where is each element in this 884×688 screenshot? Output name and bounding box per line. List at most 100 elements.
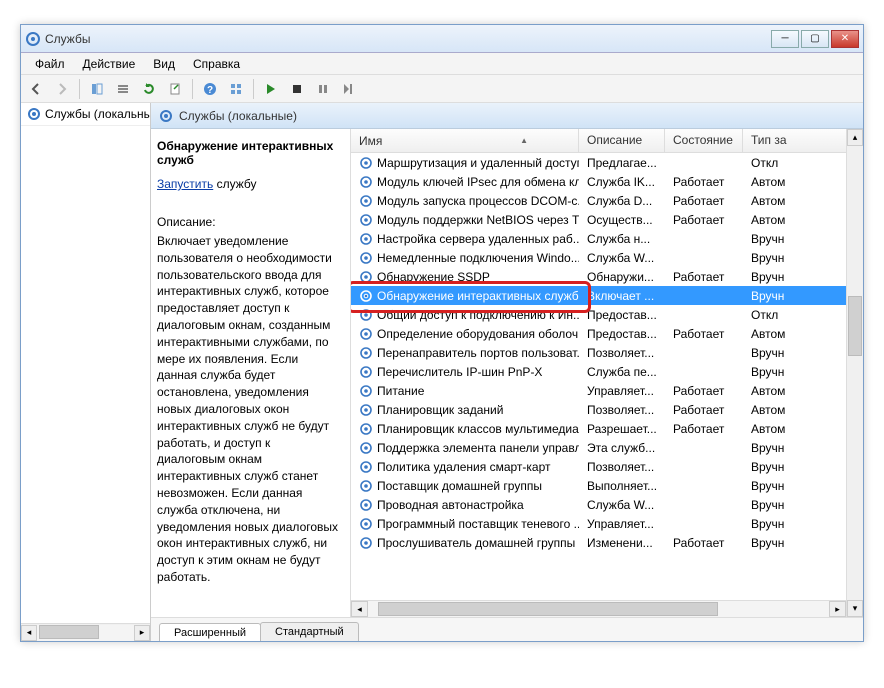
cell-type: Автом [743, 213, 863, 227]
scroll-left-button[interactable]: ◂ [21, 625, 37, 641]
scroll-track[interactable] [37, 625, 134, 641]
scroll-up-button[interactable]: ▴ [847, 129, 863, 146]
tab-extended[interactable]: Расширенный [159, 623, 261, 641]
cell-type: Вручн [743, 365, 863, 379]
start-service-link[interactable]: Запустить [157, 177, 213, 191]
cell-type: Вручн [743, 270, 863, 284]
service-row[interactable]: Программный поставщик теневого ...Управл… [351, 514, 863, 533]
gear-icon [359, 536, 373, 550]
tab-standard[interactable]: Стандартный [260, 622, 359, 641]
restart-service-button[interactable] [338, 78, 360, 100]
cell-name: Настройка сервера удаленных раб... [351, 232, 579, 246]
help-button[interactable]: ? [199, 78, 221, 100]
properties-button[interactable] [112, 78, 134, 100]
menubar: Файл Действие Вид Справка [21, 53, 863, 75]
cell-name: Поддержка элемента панели управл... [351, 441, 579, 455]
gear-icon [359, 422, 373, 436]
hscroll-thumb[interactable] [378, 602, 718, 616]
service-row[interactable]: Настройка сервера удаленных раб...Служба… [351, 229, 863, 248]
gear-icon [359, 232, 373, 246]
scroll-right-button[interactable]: ▸ [829, 601, 846, 617]
minimize-button[interactable]: ─ [771, 30, 799, 48]
gear-icon [359, 441, 373, 455]
service-name: Модуль запуска процессов DCOM-с... [377, 194, 579, 208]
service-name: Перечислитель IP-шин PnP-X [377, 365, 542, 379]
back-button[interactable] [25, 78, 47, 100]
service-row[interactable]: Модуль запуска процессов DCOM-с...Служба… [351, 191, 863, 210]
col-description[interactable]: Описание [579, 129, 665, 152]
scroll-left-button[interactable]: ◂ [351, 601, 368, 617]
service-row[interactable]: Немедленные подключения Windo...Служба W… [351, 248, 863, 267]
vscroll-thumb[interactable] [848, 296, 862, 356]
service-row[interactable]: Модуль поддержки NetBIOS через T...Осуще… [351, 210, 863, 229]
cell-desc: Управляет... [579, 517, 665, 531]
col-state[interactable]: Состояние [665, 129, 743, 152]
service-row[interactable]: Политика удаления смарт-картПозволяет...… [351, 457, 863, 476]
service-name: Модуль поддержки NetBIOS через T... [377, 213, 579, 227]
scroll-right-button[interactable]: ▸ [134, 625, 150, 641]
cell-type: Автом [743, 175, 863, 189]
maximize-button[interactable]: ▢ [801, 30, 829, 48]
vertical-scrollbar[interactable]: ▴ ▾ [846, 129, 863, 617]
titlebar[interactable]: Службы ─ ▢ ✕ [21, 25, 863, 53]
right-pane: Службы (локальные) Обнаружение интеракти… [151, 103, 863, 641]
service-row[interactable]: Общий доступ к подключению к Ин...Предос… [351, 305, 863, 324]
stop-service-button[interactable] [286, 78, 308, 100]
hscroll-track[interactable] [368, 601, 829, 617]
gear-icon [359, 270, 373, 284]
col-startup-type[interactable]: Тип за [743, 129, 863, 152]
start-service-button[interactable] [260, 78, 282, 100]
forward-button[interactable] [51, 78, 73, 100]
menu-file[interactable]: Файл [27, 55, 73, 73]
menu-action[interactable]: Действие [75, 55, 144, 73]
pause-service-button[interactable] [312, 78, 334, 100]
service-row[interactable]: Поставщик домашней группыВыполняет...Вру… [351, 476, 863, 495]
service-row[interactable]: ПитаниеУправляет...РаботаетАвтом [351, 381, 863, 400]
scroll-thumb[interactable] [39, 625, 99, 639]
pane-title: Службы (локальные) [179, 109, 297, 123]
service-row[interactable]: Перенаправитель портов пользоват...Позво… [351, 343, 863, 362]
service-row[interactable]: Модуль ключей IPsec для обмена кл...Служ… [351, 172, 863, 191]
horizontal-scrollbar[interactable]: ◂ ▸ [351, 600, 863, 617]
service-row[interactable]: Обнаружение интерактивных службВключает … [351, 286, 863, 305]
service-row[interactable]: Перечислитель IP-шин PnP-XСлужба пе...Вр… [351, 362, 863, 381]
cell-name: Питание [351, 384, 579, 398]
cell-name: Модуль ключей IPsec для обмена кл... [351, 175, 579, 189]
close-button[interactable]: ✕ [831, 30, 859, 48]
tabs: Расширенный Стандартный [151, 617, 863, 641]
cell-state: Работает [665, 403, 743, 417]
service-row[interactable]: Проводная автонастройкаСлужба W...Вручн [351, 495, 863, 514]
service-row[interactable]: Поддержка элемента панели управл...Эта с… [351, 438, 863, 457]
service-row[interactable]: Планировщик заданийПозволяет...РаботаетА… [351, 400, 863, 419]
menu-help[interactable]: Справка [185, 55, 248, 73]
cell-type: Автом [743, 422, 863, 436]
console-tree-button[interactable] [225, 78, 247, 100]
service-row[interactable]: Определение оборудования оболоч...Предос… [351, 324, 863, 343]
export-button[interactable] [164, 78, 186, 100]
service-name: Определение оборудования оболоч... [377, 327, 579, 341]
gear-icon [359, 403, 373, 417]
vscroll-track[interactable] [847, 146, 863, 600]
service-row[interactable]: Маршрутизация и удаленный доступПредлага… [351, 153, 863, 172]
refresh-button[interactable] [138, 78, 160, 100]
show-hide-tree-button[interactable] [86, 78, 108, 100]
nav-hscroll[interactable]: ◂ ▸ [21, 623, 150, 641]
cell-state: Работает [665, 194, 743, 208]
cell-type: Вручн [743, 517, 863, 531]
cell-type: Вручн [743, 251, 863, 265]
service-row[interactable]: Обнаружение SSDPОбнаружи...РаботаетВручн [351, 267, 863, 286]
service-row[interactable]: Планировщик классов мультимедиаРазрешает… [351, 419, 863, 438]
cell-type: Вручн [743, 498, 863, 512]
gear-icon [359, 460, 373, 474]
col-name[interactable]: Имя▲ [351, 129, 579, 152]
menu-view[interactable]: Вид [145, 55, 183, 73]
body: Службы (локальны ◂ ▸ Службы (локальные) … [21, 103, 863, 641]
pane-header: Службы (локальные) [151, 103, 863, 129]
start-suffix: службу [213, 177, 256, 191]
cell-desc: Служба W... [579, 498, 665, 512]
cell-desc: Изменени... [579, 536, 665, 550]
service-row[interactable]: Прослушиватель домашней группыИзменени..… [351, 533, 863, 552]
nav-node-services[interactable]: Службы (локальны [21, 103, 150, 126]
cell-type: Вручн [743, 479, 863, 493]
scroll-down-button[interactable]: ▾ [847, 600, 863, 617]
